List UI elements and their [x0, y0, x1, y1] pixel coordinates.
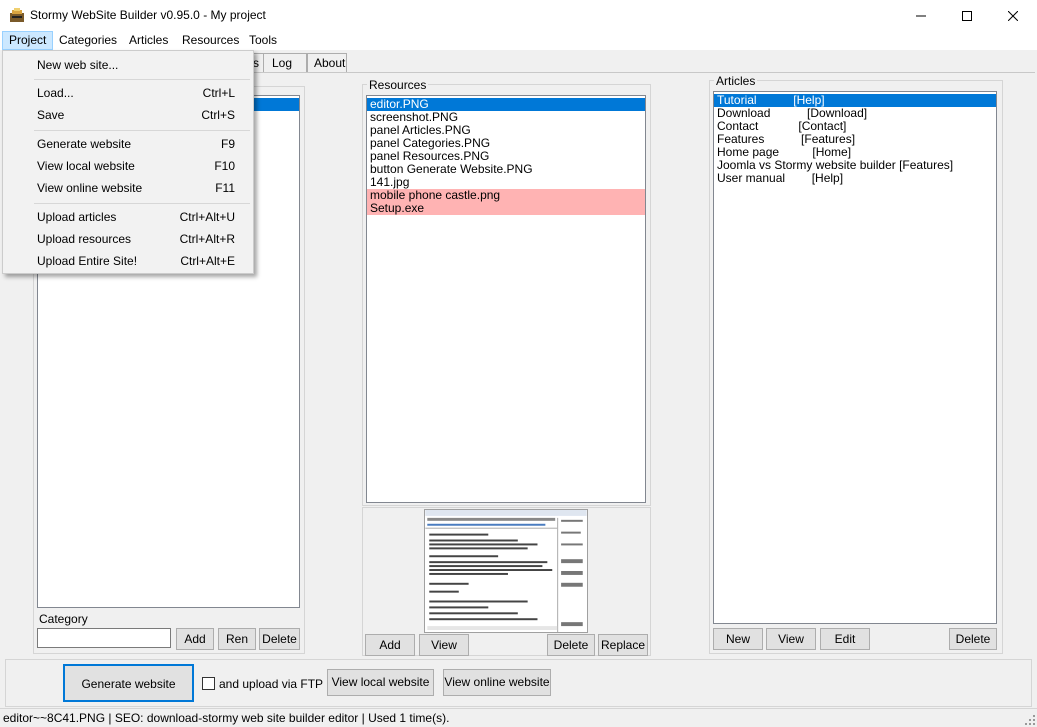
resource-preview-image [424, 509, 588, 633]
resource-add-button[interactable]: Add [365, 634, 415, 656]
resources-list[interactable]: editor.PNG screenshot.PNG panel Articles.P… [366, 95, 646, 503]
menu-load[interactable]: Load... Ctrl+L [4, 82, 252, 104]
menu-item-label: View local website [37, 159, 135, 173]
menu-item-label: New web site... [37, 58, 119, 72]
project-menu-dropdown: New web site... Load... Ctrl+L Save Ctrl… [2, 50, 254, 274]
resource-delete-button[interactable]: Delete [547, 634, 595, 656]
minimize-button[interactable] [898, 0, 944, 31]
menu-item-shortcut: F9 [220, 137, 235, 151]
menu-item-label: Load... [37, 86, 74, 100]
status-text: editor~~8C41.PNG | SEO: download-stormy … [3, 711, 450, 725]
resource-row[interactable]: Setup.exe [367, 202, 645, 215]
menu-separator [34, 130, 250, 131]
minimize-icon [916, 15, 926, 16]
article-new-button[interactable]: New [713, 628, 763, 650]
menu-project[interactable]: Project [2, 31, 54, 50]
resource-replace-button[interactable]: Replace [598, 634, 648, 656]
menu-upload-articles[interactable]: Upload articles Ctrl+Alt+U [4, 206, 252, 228]
tab-log[interactable]: Log [263, 53, 307, 73]
article-delete-button[interactable]: Delete [949, 628, 997, 650]
tab-about[interactable]: About [307, 53, 347, 73]
menu-separator [34, 79, 250, 80]
article-edit-button[interactable]: Edit [820, 628, 870, 650]
menu-item-label: Upload articles [37, 210, 117, 224]
menu-item-shortcut: Ctrl+Alt+E [180, 254, 235, 268]
menu-item-shortcut: Ctrl+L [202, 86, 235, 100]
menu-item-label: Save [37, 108, 65, 122]
menu-bar: Project Categories Articles Resources To… [0, 31, 1037, 50]
articles-title: Articles [714, 74, 758, 88]
menu-tools[interactable]: Tools [243, 31, 283, 50]
menu-item-shortcut: F10 [214, 159, 235, 173]
menu-categories[interactable]: Categories [53, 31, 123, 50]
resources-title: Resources [367, 78, 429, 92]
close-icon [1008, 10, 1018, 21]
article-row[interactable]: User manual [Help] [714, 172, 996, 185]
app-icon [10, 8, 24, 22]
category-rename-button[interactable]: Ren [218, 628, 256, 650]
category-add-button[interactable]: Add [176, 628, 214, 650]
menu-separator [34, 203, 250, 204]
view-online-website-button[interactable]: View online website [443, 669, 551, 696]
menu-item-label: Upload Entire Site! [37, 254, 138, 268]
menu-save[interactable]: Save Ctrl+S [4, 104, 252, 126]
menu-item-shortcut: Ctrl+Alt+R [179, 232, 235, 246]
generate-website-button[interactable]: Generate website [63, 664, 194, 702]
category-label: Category [39, 612, 88, 626]
menu-new-web-site[interactable]: New web site... [4, 54, 252, 76]
window-title: Stormy WebSite Builder v0.95.0 - My proj… [30, 8, 266, 22]
menu-item-label: Generate website [37, 137, 132, 151]
menu-item-label: View online website [37, 181, 143, 195]
menu-generate-website[interactable]: Generate website F9 [4, 133, 252, 155]
ftp-upload-label: and upload via FTP [219, 677, 324, 691]
menu-item-shortcut: Ctrl+S [201, 108, 235, 122]
resize-grip-icon[interactable] [1024, 714, 1036, 726]
menu-upload-entire-site[interactable]: Upload Entire Site! Ctrl+Alt+E [4, 250, 252, 272]
articles-list[interactable]: Tutorial [Help] Download [Download] Contac… [713, 91, 997, 624]
menu-item-shortcut: Ctrl+Alt+U [179, 210, 235, 224]
menu-upload-resources[interactable]: Upload resources Ctrl+Alt+R [4, 228, 252, 250]
menu-articles[interactable]: Articles [123, 31, 174, 50]
ftp-upload-checkbox[interactable] [202, 677, 215, 690]
resource-view-button[interactable]: View [419, 634, 469, 656]
maximize-icon [962, 10, 972, 21]
category-delete-button[interactable]: Delete [259, 628, 300, 650]
category-name-input[interactable] [37, 628, 171, 648]
menu-resources[interactable]: Resources [176, 31, 245, 50]
close-button[interactable] [990, 0, 1036, 31]
article-view-button[interactable]: View [766, 628, 816, 650]
maximize-button[interactable] [944, 0, 990, 31]
menu-view-local-website[interactable]: View local website F10 [4, 155, 252, 177]
menu-item-shortcut: F11 [215, 181, 235, 195]
menu-item-label: Upload resources [37, 232, 132, 246]
menu-view-online-website[interactable]: View online website F11 [4, 177, 252, 199]
view-local-website-button[interactable]: View local website [327, 669, 434, 696]
